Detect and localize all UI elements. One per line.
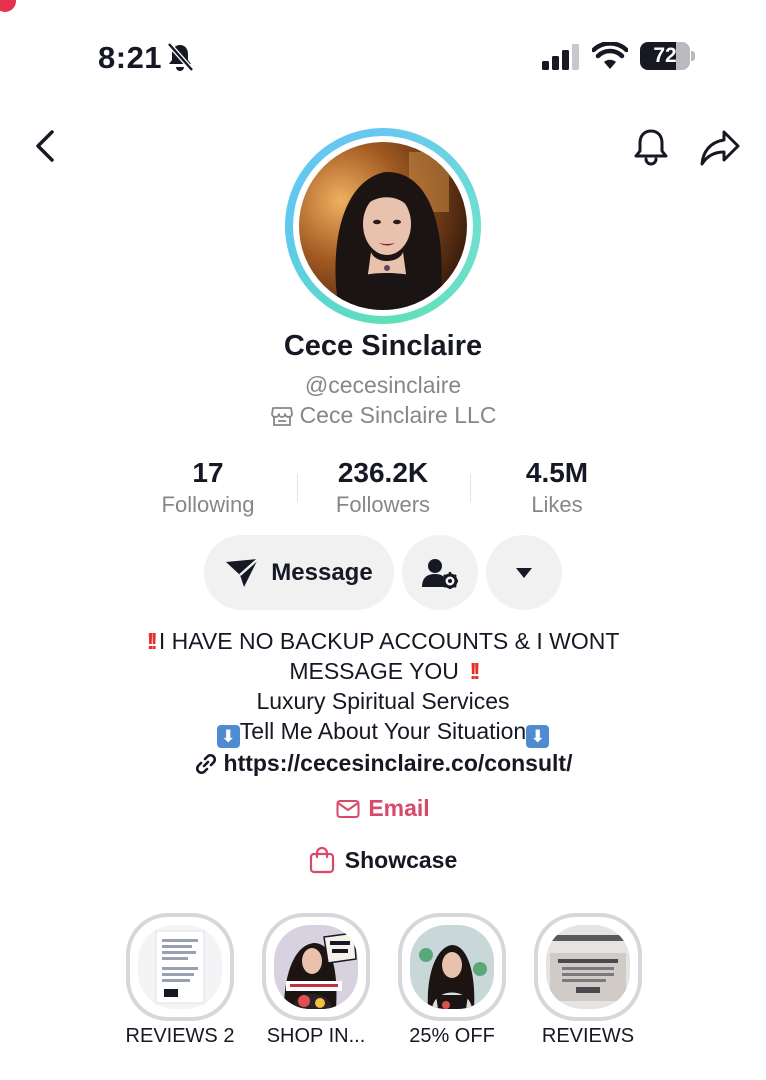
stat-likes[interactable]: 4.5M Likes xyxy=(472,456,642,520)
avatar[interactable] xyxy=(299,142,467,310)
business-account[interactable]: Cece Sinclaire LLC xyxy=(0,402,766,429)
highlight-thumbnail xyxy=(138,925,222,1009)
follow-settings-button[interactable] xyxy=(402,535,478,610)
stat-number: 4.5M xyxy=(525,457,589,488)
double-exclamation-icon: !! xyxy=(146,628,159,654)
email-label: Email xyxy=(368,795,430,821)
bio-link-text: https://cecesinclaire.co/consult/ xyxy=(223,750,573,776)
bio-link[interactable]: https://cecesinclaire.co/consult/ xyxy=(0,750,766,777)
link-icon xyxy=(195,753,216,774)
stat-label: Following xyxy=(161,492,255,517)
battery-percent: 72 xyxy=(653,44,677,67)
battery-icon: 72 xyxy=(640,42,696,70)
share-arrow-icon[interactable] xyxy=(698,126,742,168)
display-name: Cece Sinclaire xyxy=(283,330,483,362)
showcase-label: Showcase xyxy=(344,846,458,873)
more-options-button[interactable] xyxy=(486,535,562,610)
caret-down-icon xyxy=(516,567,532,578)
bio-line: MESSAGE YOU !! xyxy=(0,656,766,686)
stat-label: Followers xyxy=(335,492,431,517)
store-icon xyxy=(270,406,293,426)
send-icon xyxy=(226,557,260,587)
down-arrow-icon: ⬇ xyxy=(216,725,240,748)
bio-line: ⬇ Tell Me About Your Situation ⬇ xyxy=(0,716,766,748)
bell-icon[interactable] xyxy=(630,126,672,168)
bio-text: Tell Me About Your Situation xyxy=(239,718,527,744)
avatar-ring[interactable] xyxy=(285,128,481,324)
highlight-label: SHOP IN... xyxy=(266,1025,366,1047)
bio-line: !! I HAVE NO BACKUP ACCOUNTS & I WONT xyxy=(0,626,766,656)
mail-icon xyxy=(336,799,360,818)
bio-text: MESSAGE YOU xyxy=(289,658,459,684)
email-button[interactable]: Email xyxy=(0,795,766,822)
double-exclamation-icon: !! xyxy=(469,658,481,684)
bio-line: Luxury Spiritual Services xyxy=(256,688,510,714)
stat-divider xyxy=(470,474,471,502)
message-button[interactable]: Message xyxy=(204,535,394,610)
showcase-button[interactable]: Showcase xyxy=(0,846,766,874)
stat-number: 17 xyxy=(192,457,224,488)
business-name: Cece Sinclaire LLC xyxy=(299,402,497,428)
bio: !! I HAVE NO BACKUP ACCOUNTS & I WONT MES… xyxy=(0,626,766,748)
highlight-thumbnail xyxy=(546,925,630,1009)
highlight-thumbnail xyxy=(274,925,358,1009)
shopping-bag-icon xyxy=(309,846,334,874)
chevron-left-icon[interactable] xyxy=(28,128,64,164)
stat-number: 236.2K xyxy=(337,457,429,488)
user-settings-icon xyxy=(422,558,458,589)
stat-following[interactable]: 17 Following xyxy=(123,456,293,520)
bio-text: I HAVE NO BACKUP ACCOUNTS & I WONT xyxy=(158,628,620,654)
stat-followers[interactable]: 236.2K Followers xyxy=(298,456,468,520)
highlight-label: REVIEWS 2 xyxy=(125,1025,235,1047)
stat-label: Likes xyxy=(531,492,583,517)
highlight-label: REVIEWS xyxy=(541,1025,635,1047)
profile-stats: 17 Following 236.2K Followers 4.5M Likes xyxy=(0,456,766,526)
bell-slash-icon xyxy=(167,42,194,72)
down-arrow-icon: ⬇ xyxy=(526,725,550,748)
wifi-icon xyxy=(592,42,628,69)
cellular-signal-icon xyxy=(542,44,579,70)
status-bar: 8:21 72 xyxy=(0,0,766,110)
message-button-label: Message xyxy=(271,558,373,586)
highlight-label: 25% OFF xyxy=(409,1025,495,1047)
username-handle: @cecesinclaire xyxy=(304,372,462,398)
status-time: 8:21 xyxy=(98,40,163,75)
highlight-thumbnail xyxy=(410,925,494,1009)
